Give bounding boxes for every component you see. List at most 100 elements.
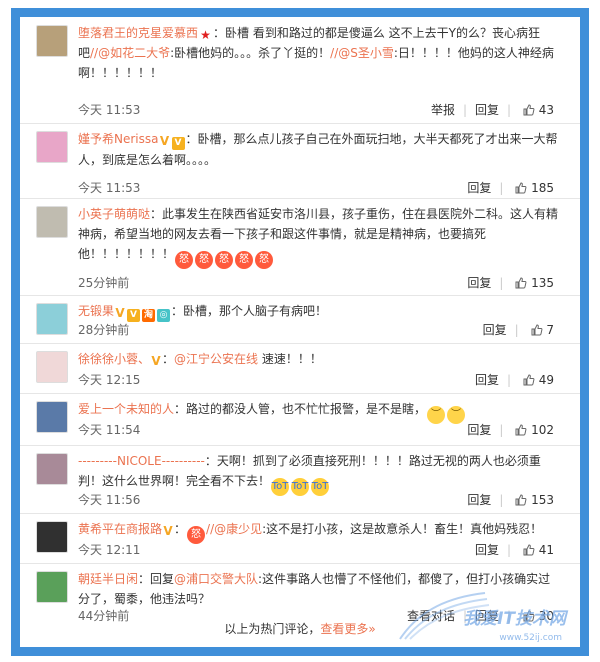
list-item: 无锻果V V 淘 ◎ ：卧槽，那个人脑子有病吧！ 28分钟前 回复 | 7 xyxy=(20,295,580,344)
report-button[interactable]: 举报 xyxy=(423,103,463,117)
like-button[interactable]: 7 xyxy=(523,323,562,337)
comment-panel-frame: 堕落君王的克星爱慕西 ★ ：卧槽 看到和路过的都是傻逼么 这不上去干Y的么？丧心病狂… xyxy=(11,8,589,656)
list-item: 堕落君王的克星爱慕西 ★ ：卧槽 看到和路过的都是傻逼么 这不上去干Y的么？丧心病狂… xyxy=(20,17,580,124)
reply-button[interactable]: 回复 xyxy=(459,181,499,195)
avatar[interactable] xyxy=(36,25,68,57)
like-button[interactable]: 102 xyxy=(507,423,562,437)
username-link[interactable]: 徐徐徐小蓉、 xyxy=(78,352,150,366)
list-item: 黄希平在商报路V：怒//@康少见:这不是打小孩，这是故意杀人！畜生！真他妈残忍！… xyxy=(20,513,580,564)
timestamp: 28分钟前 xyxy=(78,323,130,337)
verified-icon: V xyxy=(159,134,170,148)
list-item: 嫤予希NerissaV V ：卧槽，那么点儿孩子自己在外面玩扫地，大半天都死了才出来… xyxy=(20,123,580,199)
timestamp: 25分钟前 xyxy=(78,276,130,290)
like-button[interactable]: 135 xyxy=(507,276,562,290)
avatar[interactable] xyxy=(36,206,68,238)
like-count: 7 xyxy=(546,323,554,337)
username-link[interactable]: 黄希平在商报路 xyxy=(78,522,162,536)
watermark-text: 我爱IT技术网 xyxy=(463,609,566,629)
angry-emoji-icon: 怒 xyxy=(195,251,214,269)
mention-link[interactable]: @浦口交警大队 xyxy=(174,572,258,586)
avatar[interactable] xyxy=(36,303,68,335)
username-link[interactable]: 小英子萌萌哒 xyxy=(78,207,150,221)
username-link[interactable]: 无锻果 xyxy=(78,304,114,318)
reply-button[interactable]: 回复 xyxy=(475,323,515,337)
comment-meta: 今天 11:53 举报 | 回复 | 43 xyxy=(78,101,562,119)
thumbs-up-icon xyxy=(531,324,542,336)
timestamp: 今天 11:53 xyxy=(78,103,141,117)
thumbs-up-icon xyxy=(515,424,527,436)
comment-text: 无锻果V V 淘 ◎ ：卧槽，那个人脑子有病吧！ xyxy=(78,304,328,322)
like-button[interactable]: 185 xyxy=(507,181,562,195)
avatar[interactable] xyxy=(36,351,68,383)
vip-icon: V xyxy=(171,137,185,150)
comment-meta: 28分钟前 回复 | 7 xyxy=(78,321,562,339)
list-item: 小英子萌萌哒：此事发生在陕西省延安市洛川县，孩子重伤，住在县医院外二科。这人有精… xyxy=(20,198,580,296)
avatar[interactable] xyxy=(36,401,68,433)
timestamp: 今天 11:53 xyxy=(78,181,141,195)
avatar[interactable] xyxy=(36,571,68,603)
list-item: 爱上一个未知的人：路过的都没人管，也不忙忙报警，是不是瞎， ︶ ︶ 今天 11:54… xyxy=(20,393,580,446)
mention-link[interactable]: @江宁公安在线 xyxy=(174,352,258,366)
comment-text: 嫤予希NerissaV V ：卧槽，那么点儿孩子自己在外面玩扫地，大半天都死了才出来… xyxy=(78,132,558,167)
comment-meta: 今天 12:15 回复 | 49 xyxy=(78,371,562,389)
username-link[interactable]: 朝廷半日闲 xyxy=(78,572,138,586)
reply-button[interactable]: 回复 xyxy=(467,103,507,117)
username-link[interactable]: 爱上一个未知的人 xyxy=(78,402,174,416)
avatar[interactable] xyxy=(36,131,68,163)
reply-button[interactable]: 回复 xyxy=(467,543,507,557)
comment-meta: 今天 11:53 回复 | 185 xyxy=(78,179,562,197)
verified-icon: V xyxy=(163,524,173,538)
like-count: 41 xyxy=(538,543,554,557)
comment-meta: 25分钟前 回复 | 135 xyxy=(78,274,562,292)
username-link[interactable]: 嫤予希Nerissa xyxy=(78,132,159,146)
thumbs-up-icon xyxy=(515,277,527,289)
comment-meta: 今天 11:54 回复 | 102 xyxy=(78,421,562,439)
like-button[interactable]: 153 xyxy=(507,493,562,507)
watermark-url: www.52ij.com xyxy=(499,633,562,643)
comment-text: 小英子萌萌哒：此事发生在陕西省延安市洛川县，孩子重伤，住在县医院外二科。这人有精… xyxy=(78,204,562,269)
like-button[interactable]: 43 xyxy=(515,103,562,117)
comment-text: 堕落君王的克星爱慕西 ★ ：卧槽 看到和路过的都是傻逼么 这不上去干Y的么？丧心病狂… xyxy=(78,26,554,80)
comment-text: ---------NICOLE----------：天啊！抓到了必须直接死刑！！… xyxy=(78,451,562,496)
reply-button[interactable]: 回复 xyxy=(467,373,507,387)
comment-meta: 今天 12:11 回复 | 41 xyxy=(78,541,562,559)
reply-button[interactable]: 回复 xyxy=(459,276,499,290)
timestamp: 今天 11:54 xyxy=(78,423,141,437)
like-count: 43 xyxy=(538,103,554,117)
like-count: 185 xyxy=(531,181,554,195)
comment-meta: 今天 11:56 回复 | 153 xyxy=(78,491,562,509)
view-more-link[interactable]: 查看更多» xyxy=(320,622,375,636)
username-link[interactable]: ---------NICOLE---------- xyxy=(78,454,205,468)
verified-icon: V xyxy=(151,354,161,368)
thumbs-up-icon xyxy=(523,104,535,116)
angry-emoji-icon: 怒 xyxy=(175,251,194,269)
angry-emoji-icon: 怒 xyxy=(255,251,274,269)
list-item: 徐徐徐小蓉、V：@江宁公安在线 速速！！！ 今天 12:15 回复 | 49 xyxy=(20,343,580,394)
mention-link[interactable]: //@S圣小雪 xyxy=(330,46,394,60)
thumbs-up-icon xyxy=(523,544,535,556)
like-count: 102 xyxy=(531,423,554,437)
angry-emoji-icon: 怒 xyxy=(215,251,234,269)
like-count: 49 xyxy=(538,373,554,387)
like-button[interactable]: 41 xyxy=(515,543,562,557)
list-item: ---------NICOLE----------：天啊！抓到了必须直接死刑！！… xyxy=(20,445,580,514)
thumbs-up-icon xyxy=(515,494,527,506)
site-watermark: 我爱IT技术网 www.52ij.com xyxy=(395,589,570,643)
reply-button[interactable]: 回复 xyxy=(459,423,499,437)
avatar[interactable] xyxy=(36,521,68,553)
mention-link[interactable]: //@康少见 xyxy=(206,522,262,536)
mention-link[interactable]: //@如花二大爷 xyxy=(90,46,170,60)
username-link[interactable]: 堕落君王的克星爱慕西 xyxy=(78,26,198,40)
timestamp: 今天 11:56 xyxy=(78,493,141,507)
thumbs-up-icon xyxy=(523,374,535,386)
verified-icon: V xyxy=(115,306,125,320)
avatar[interactable] xyxy=(36,453,68,485)
comment-text: 徐徐徐小蓉、V：@江宁公安在线 速速！！！ xyxy=(78,352,322,368)
comment-list: 堕落君王的克星爱慕西 ★ ：卧槽 看到和路过的都是傻逼么 这不上去干Y的么？丧心病狂… xyxy=(20,17,580,647)
like-count: 135 xyxy=(531,276,554,290)
star-icon: ★ xyxy=(200,28,211,42)
timestamp: 今天 12:11 xyxy=(78,543,141,557)
like-button[interactable]: 49 xyxy=(515,373,562,387)
reply-button[interactable]: 回复 xyxy=(459,493,499,507)
thumbs-up-icon xyxy=(515,182,527,194)
